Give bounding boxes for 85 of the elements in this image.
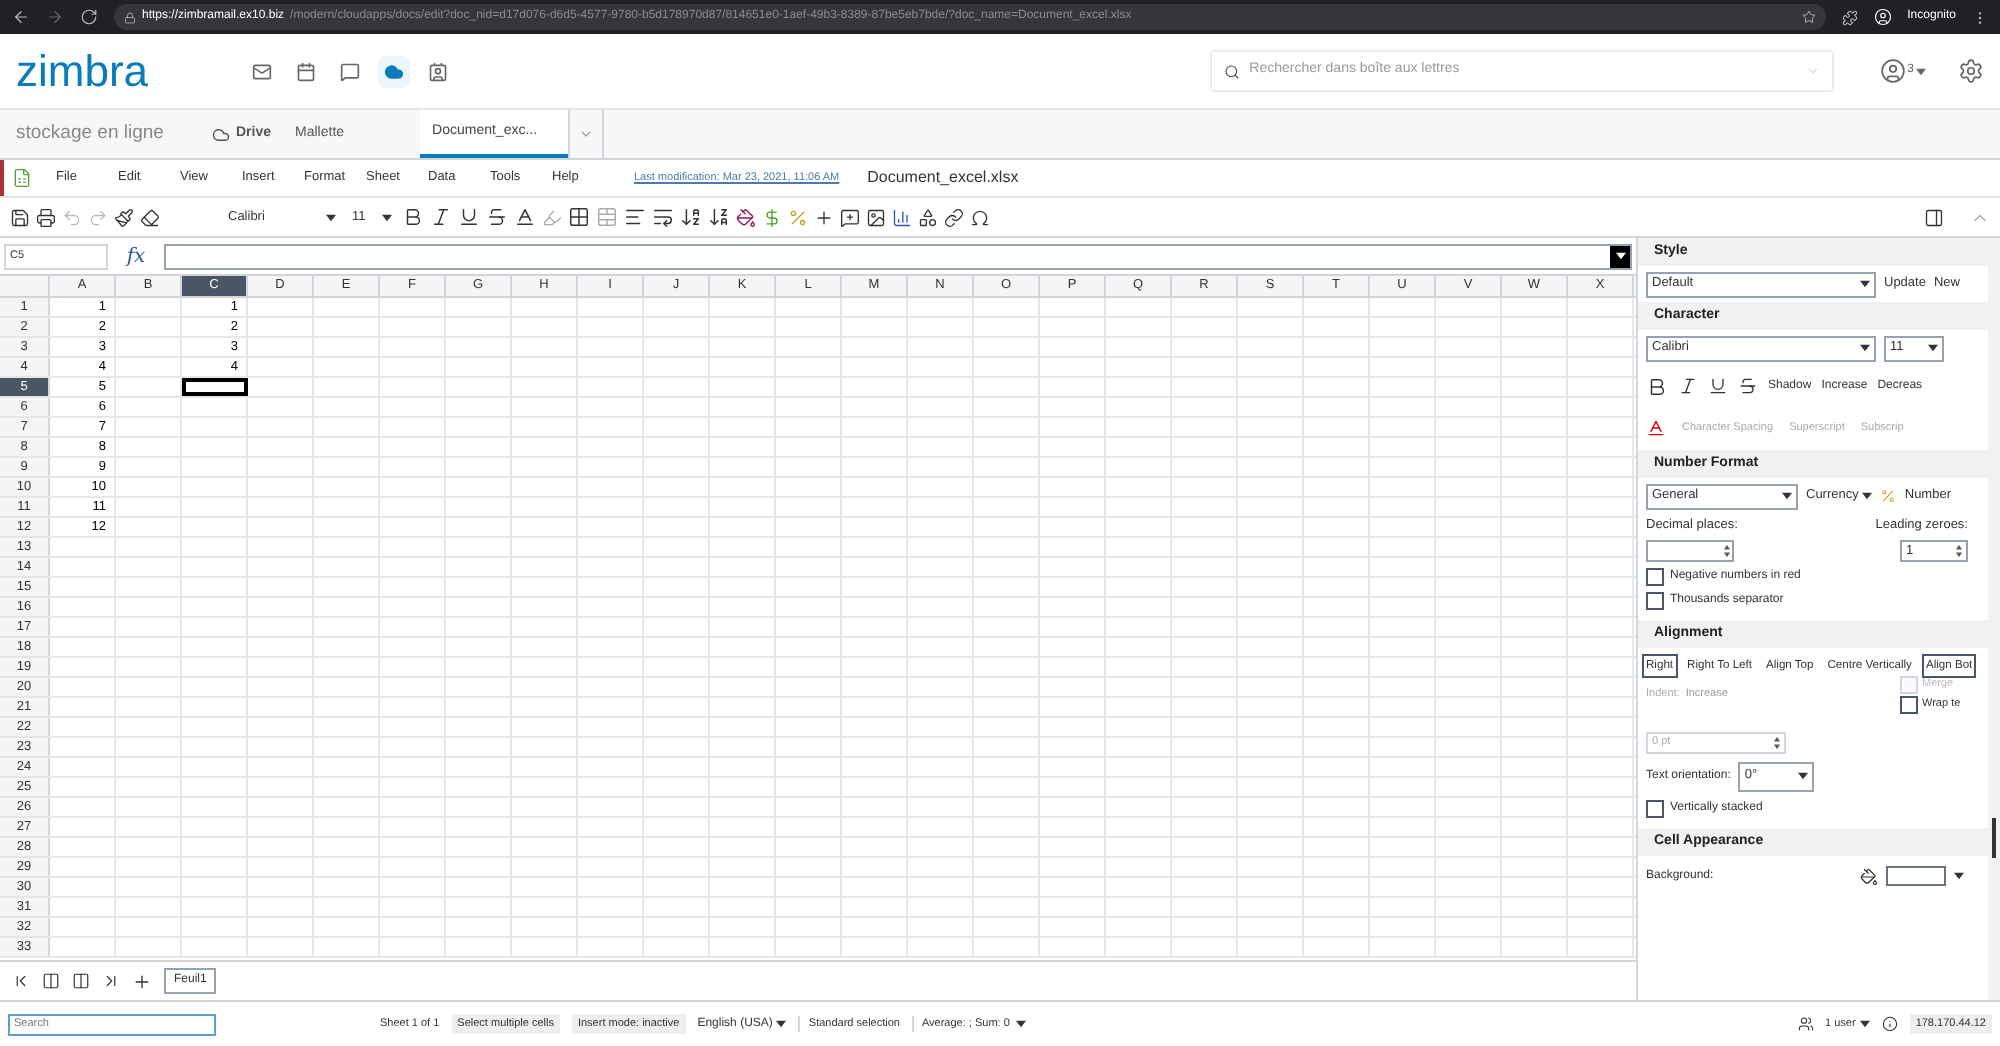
caret-icon: [1782, 492, 1792, 500]
bold-icon[interactable]: [402, 206, 424, 228]
caret-icon: [1928, 344, 1938, 352]
checkbox[interactable]: [1646, 800, 1664, 818]
comment-icon[interactable]: [840, 207, 860, 227]
print-icon[interactable]: [36, 207, 56, 227]
link-icon[interactable]: [944, 207, 964, 227]
sidebar-toggle-icon[interactable]: [1924, 207, 1944, 227]
app-switch-button[interactable]: [378, 55, 410, 87]
users-icon: [1797, 1016, 1814, 1032]
forward-icon[interactable]: [46, 8, 64, 26]
logo[interactable]: zimbra: [16, 49, 246, 93]
shapes-icon[interactable]: [918, 207, 938, 227]
app-title: stockage en ligne: [14, 119, 166, 148]
star-icon[interactable]: [1801, 10, 1816, 24]
spin-arrows-icon[interactable]: [1774, 735, 1780, 749]
caret-icon: [1615, 252, 1625, 260]
reload-icon[interactable]: [80, 8, 98, 26]
cloud-icon: [384, 61, 404, 81]
lock-icon: [124, 11, 136, 23]
formula-input[interactable]: [164, 243, 1632, 269]
spin-arrows-icon[interactable]: [1956, 544, 1962, 558]
italic-icon[interactable]: [1678, 376, 1698, 396]
chevron-icon[interactable]: [578, 126, 595, 142]
settings-icon[interactable]: [1958, 58, 1984, 84]
caret-icon: [1862, 492, 1873, 500]
save-icon[interactable]: [10, 207, 30, 227]
search-icon: [1223, 63, 1240, 79]
caret-icon: [776, 1020, 787, 1028]
add-decimal-icon[interactable]: [814, 207, 834, 227]
caret-icon: [1859, 1020, 1870, 1028]
font-color-icon[interactable]: [514, 206, 536, 228]
avatar-icon: [1879, 58, 1906, 84]
underline-icon[interactable]: [1708, 376, 1728, 396]
document-title: Document_excel.xlsx: [867, 166, 1019, 190]
contact-card-icon: [428, 61, 448, 81]
calendar-icon: [296, 61, 316, 81]
info-icon[interactable]: [1881, 1016, 1898, 1032]
caret-icon: [1954, 872, 1964, 880]
paint-bucket-icon[interactable]: [1860, 867, 1878, 885]
clear-format-icon[interactable]: [140, 207, 160, 227]
caret-icon: [1015, 1020, 1026, 1028]
back-icon[interactable]: [12, 8, 30, 26]
caret-icon: [326, 213, 336, 221]
chart-icon[interactable]: [892, 207, 912, 227]
checkbox[interactable]: [1900, 696, 1918, 714]
underline-icon[interactable]: [458, 206, 480, 228]
omega-icon[interactable]: [970, 207, 990, 227]
italic-icon[interactable]: [430, 206, 452, 228]
spin-field[interactable]: [1646, 540, 1734, 562]
strikethrough-icon[interactable]: [1738, 376, 1758, 396]
cell-cursor[interactable]: [182, 378, 248, 396]
checkbox[interactable]: [1646, 567, 1664, 585]
profile-icon[interactable]: [1873, 8, 1892, 26]
function-label: fx: [123, 243, 148, 271]
puzzle-icon[interactable]: [1841, 9, 1858, 25]
paintbrush-icon[interactable]: [114, 207, 134, 227]
sort-ascending-icon[interactable]: [680, 206, 702, 228]
checkbox[interactable]: [1646, 591, 1664, 609]
color-picker[interactable]: [1886, 866, 1946, 886]
caret-icon: [382, 213, 392, 221]
wrap-text-icon[interactable]: [652, 206, 674, 228]
spin-arrows-icon[interactable]: [1724, 544, 1730, 558]
sort-descending-icon[interactable]: [708, 206, 730, 228]
chevron-icon: [1805, 64, 1820, 78]
borders-icon[interactable]: [568, 206, 590, 228]
merge-cells-icon[interactable]: [596, 206, 618, 228]
font-color-icon[interactable]: [1646, 418, 1666, 438]
scrollbar[interactable]: [1988, 238, 2000, 1000]
add-sheet-icon[interactable]: [132, 971, 152, 991]
first-sheet-icon[interactable]: [12, 972, 30, 990]
bold-icon[interactable]: [1646, 375, 1668, 397]
strikethrough-icon[interactable]: [486, 206, 508, 228]
caret-icon: [1916, 67, 1926, 75]
cloud-icon: [212, 125, 230, 143]
spreadsheet-icon: [12, 168, 32, 188]
last-sheet-icon[interactable]: [102, 972, 120, 990]
caret-icon: [1860, 344, 1870, 352]
mail-icon: [252, 61, 272, 81]
align-icon[interactable]: [624, 206, 646, 228]
conditional-format-icon[interactable]: [736, 207, 756, 227]
caret-icon: [1798, 772, 1809, 780]
caret-icon: [1860, 280, 1870, 288]
chat-icon: [340, 61, 360, 81]
image-icon[interactable]: [866, 207, 886, 227]
